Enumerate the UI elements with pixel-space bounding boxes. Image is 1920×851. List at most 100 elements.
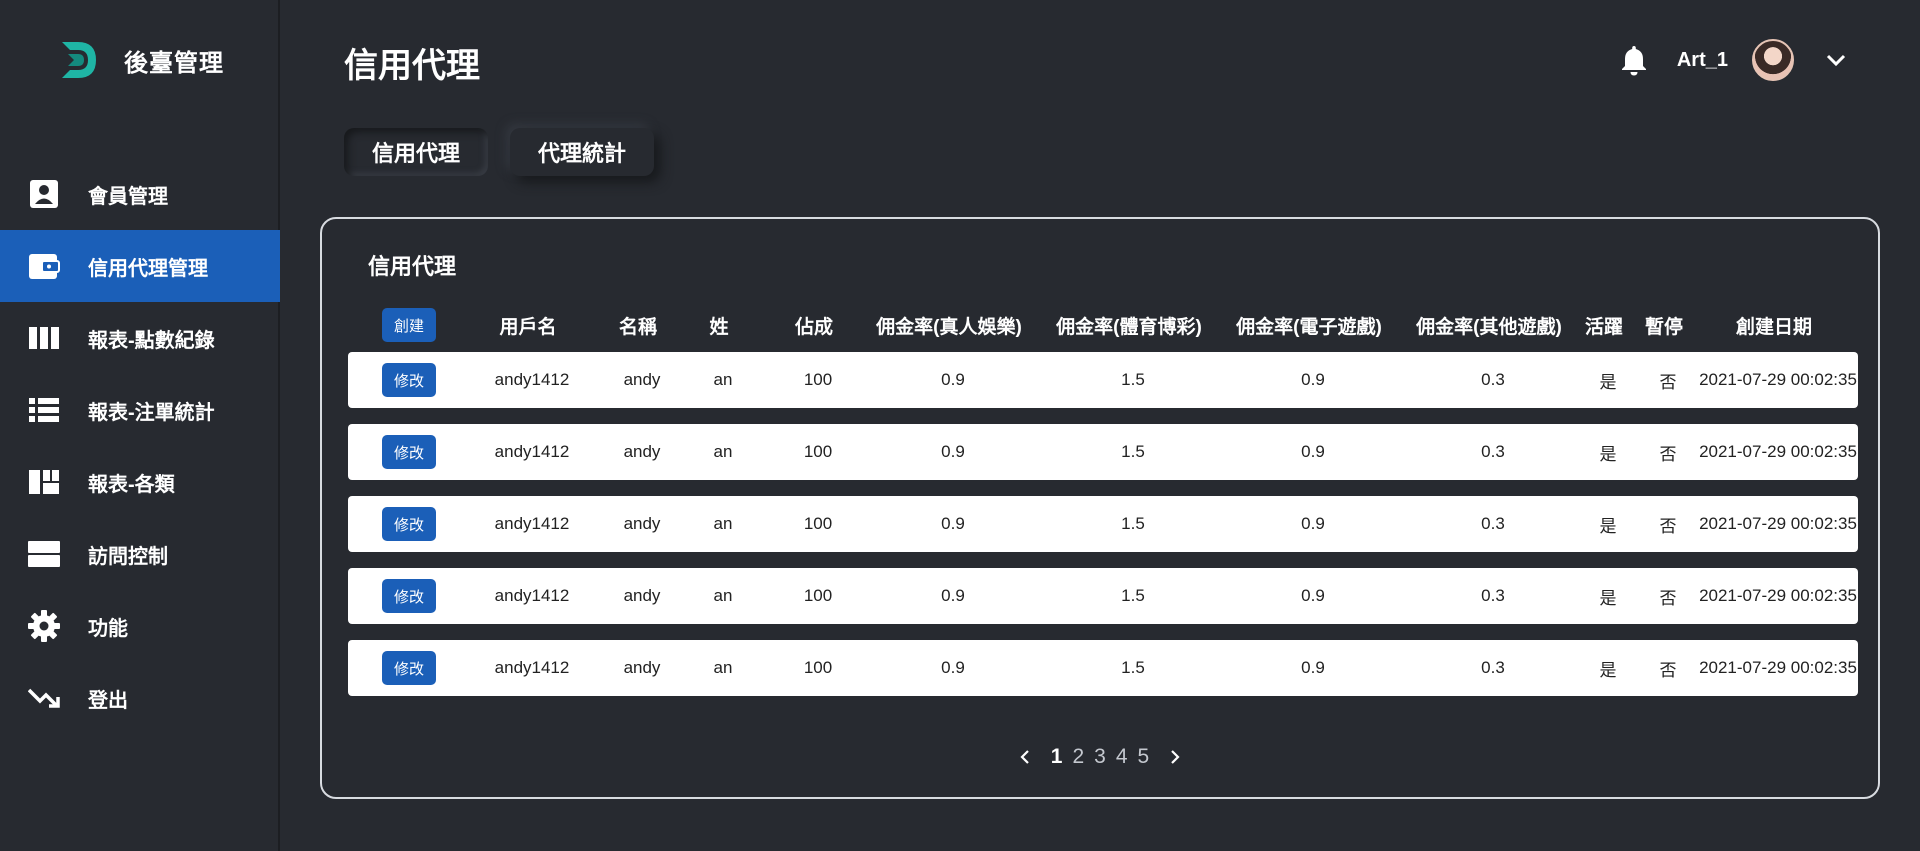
table-cell: 否	[1659, 588, 1677, 608]
edit-button[interactable]: 修改	[381, 435, 436, 469]
table-cell: 1.5	[1121, 586, 1145, 605]
edit-button[interactable]: 修改	[381, 651, 436, 685]
table-cell: 1.5	[1121, 442, 1145, 461]
edit-cell: 修改	[380, 424, 438, 480]
chevron-left-icon[interactable]	[1016, 748, 1034, 766]
sidebar-item-label: 報表-各類	[88, 473, 175, 496]
table-cell: 否	[1659, 660, 1677, 680]
table-cell: 100	[803, 514, 833, 533]
sidebar-item-label: 功能	[88, 617, 128, 640]
page-link[interactable]: 3	[1094, 745, 1106, 769]
table-row: 修改 andy1412 andy an 100 0.9 1.5 0.9 0.3 是 否 2021-07…	[348, 640, 1858, 696]
sidebar-item-access-control[interactable]: 訪問控制	[0, 518, 280, 590]
table-row: 修改 andy1412 andy an 100 0.9 1.5 0.9 0.3 是 否 2021-07…	[348, 568, 1858, 624]
columns-icon	[28, 322, 60, 354]
edit-button[interactable]: 修改	[381, 579, 436, 613]
page-link[interactable]: 4	[1116, 745, 1128, 769]
column-header: 用戶名	[499, 316, 557, 338]
gear-icon	[28, 610, 60, 642]
column-header: 佣金率(真人娛樂)	[876, 316, 1022, 338]
sidebar-nav: 會員管理 信用代理管理 報表-點數紀錄 報表-注單統計 報表-各類 訪問控制 功…	[0, 158, 280, 734]
user-card-icon	[28, 178, 60, 210]
bell-icon[interactable]	[1617, 43, 1651, 77]
list-icon	[28, 394, 60, 426]
column-header: 佣金率(體育博彩)	[1056, 316, 1202, 338]
table-cell: 否	[1659, 372, 1677, 392]
sidebar-item-label: 訪問控制	[88, 545, 168, 568]
table-cell: 0.9	[941, 586, 965, 605]
sidebar: 後臺管理 會員管理 信用代理管理 報表-點數紀錄 報表-注單統計 報表-各類 訪…	[0, 0, 280, 851]
table-cell: 100	[803, 658, 833, 677]
sidebar-item-bet-report[interactable]: 報表-注單統計	[0, 374, 280, 446]
table-cell: 0.9	[1301, 514, 1325, 533]
create-cell: 創建	[380, 307, 438, 343]
page-link[interactable]: 5	[1138, 745, 1150, 769]
edit-button[interactable]: 修改	[381, 363, 436, 397]
dashboard-icon	[28, 466, 60, 498]
page-title: 信用代理	[344, 47, 480, 85]
wallet-icon	[28, 250, 60, 282]
column-header: 活躍	[1584, 316, 1623, 338]
tab-agent-stats[interactable]: 代理統計	[510, 128, 655, 176]
chevron-right-icon[interactable]	[1166, 748, 1184, 766]
column-header: 佣金率(電子遊戲)	[1236, 316, 1382, 338]
table-cell: 0.3	[1481, 586, 1505, 605]
sidebar-item-functions[interactable]: 功能	[0, 590, 280, 662]
sidebar-item-label: 報表-點數紀錄	[88, 329, 215, 352]
sidebar-item-members[interactable]: 會員管理	[0, 158, 280, 230]
chevron-down-icon[interactable]	[1822, 46, 1850, 74]
table-header: 創建 用戶名 名稱 姓 佔成 佣金率(真人娛樂) 佣金率(體育博彩) 佣金率(電…	[344, 307, 1854, 343]
table-cell: 2021-07-29 00:02:35	[1699, 658, 1857, 677]
avatar[interactable]	[1752, 39, 1794, 81]
table-cell: 是	[1599, 588, 1617, 608]
brand-logo-icon	[62, 42, 96, 78]
table-cell: 0.9	[1301, 586, 1325, 605]
table-cell: 0.9	[1301, 370, 1325, 389]
page-link[interactable]: 1	[1051, 745, 1063, 769]
page-link[interactable]: 2	[1072, 745, 1084, 769]
column-header: 佣金率(其他遊戲)	[1416, 316, 1562, 338]
sidebar-item-points-report[interactable]: 報表-點數紀錄	[0, 302, 280, 374]
table-cell: andy	[623, 586, 661, 605]
edit-cell: 修改	[380, 496, 438, 552]
table-cell: 2021-07-29 00:02:35	[1699, 586, 1857, 605]
table-cell: 否	[1659, 444, 1677, 464]
header-actions: Art_1	[1617, 38, 1850, 82]
table-cell: 0.9	[941, 370, 965, 389]
table-cell: 0.3	[1481, 442, 1505, 461]
table-cell: an	[713, 442, 733, 461]
table-cell: 否	[1659, 516, 1677, 536]
pagination: 1 2 3 4 5	[322, 745, 1878, 769]
sidebar-item-logout[interactable]: 登出	[0, 662, 280, 734]
table-cell: andy1412	[494, 370, 570, 389]
table-cell: 100	[803, 370, 833, 389]
table-cell: 0.3	[1481, 514, 1505, 533]
username[interactable]: Art_1	[1677, 49, 1728, 72]
edit-cell: 修改	[380, 568, 438, 624]
table-cell: 0.9	[1301, 442, 1325, 461]
sidebar-item-label: 報表-注單統計	[88, 401, 215, 424]
column-header: 名稱	[618, 316, 657, 338]
table-cell: an	[713, 514, 733, 533]
sidebar-item-misc-report[interactable]: 報表-各類	[0, 446, 280, 518]
table-cell: andy1412	[494, 586, 570, 605]
table-cell: an	[713, 586, 733, 605]
brand[interactable]: 後臺管理	[56, 36, 224, 84]
trend-down-icon	[28, 682, 60, 714]
table-cell: 100	[803, 442, 833, 461]
create-button[interactable]: 創建	[381, 308, 436, 342]
tab-credit-agent[interactable]: 信用代理	[344, 128, 489, 176]
table-cell: 0.9	[941, 658, 965, 677]
column-header: 姓	[709, 316, 729, 338]
brand-title: 後臺管理	[124, 49, 224, 77]
panel-title: 信用代理	[368, 254, 457, 279]
agent-table-panel: 信用代理 創建 用戶名 名稱 姓 佔成 佣金率(真人娛樂) 佣金率(體育博彩) …	[320, 217, 1880, 799]
table-cell: 2021-07-29 00:02:35	[1699, 514, 1857, 533]
table-cell: 2021-07-29 00:02:35	[1699, 442, 1857, 461]
sidebar-item-credit-agent[interactable]: 信用代理管理	[0, 230, 280, 302]
table-cell: andy1412	[494, 658, 570, 677]
table-cell: 2021-07-29 00:02:35	[1699, 370, 1857, 389]
edit-button[interactable]: 修改	[381, 507, 436, 541]
table-cell: andy	[623, 370, 661, 389]
edit-cell: 修改	[380, 352, 438, 408]
